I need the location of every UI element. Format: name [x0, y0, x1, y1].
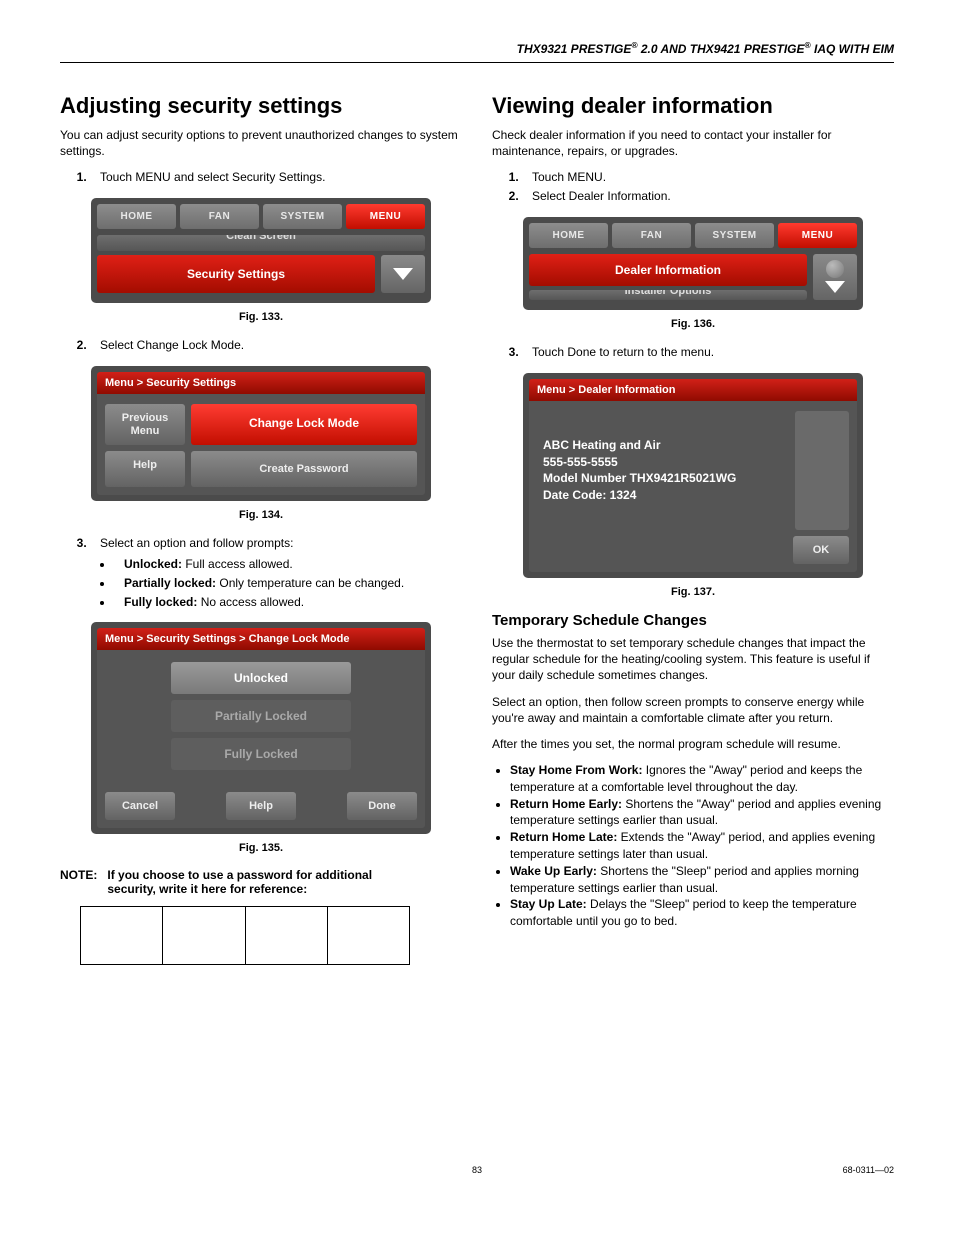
caption-fig-136: Fig. 136.: [492, 318, 894, 330]
temp-opt-return-late: Return Home Late: Extends the "Away" per…: [510, 829, 894, 863]
para-temp-3: After the times you set, the normal prog…: [492, 736, 894, 752]
tab-menu-2[interactable]: MENU: [778, 223, 857, 248]
opt-unlocked: Unlocked: Full access allowed.: [114, 556, 462, 573]
dealer-info-text: ABC Heating and Air 555-555-5555 Model N…: [537, 411, 789, 530]
caption-fig-134: Fig. 134.: [60, 509, 462, 521]
para-temp-1: Use the thermostat to set temporary sche…: [492, 635, 894, 684]
help-button-2[interactable]: Help: [226, 792, 296, 820]
fig-133-device: HOME FAN SYSTEM MENU Clean Screen Securi…: [91, 198, 431, 303]
help-button[interactable]: Help: [105, 451, 185, 487]
fig-134-device: Menu > Security Settings PreviousMenu Ch…: [91, 366, 431, 501]
fig-137-device: Menu > Dealer Information ABC Heating an…: [523, 373, 863, 578]
tab-home[interactable]: HOME: [97, 204, 176, 229]
step-3-left: Select an option and follow prompts: Unl…: [90, 535, 462, 610]
page-header: THX9321 PRESTIGE® 2.0 AND THX9421 PRESTI…: [60, 40, 894, 63]
create-password-button[interactable]: Create Password: [191, 451, 417, 487]
opt-full: Fully locked: No access allowed.: [114, 594, 462, 611]
previous-menu-button[interactable]: PreviousMenu: [105, 404, 185, 445]
menu-item-dealer-information[interactable]: Dealer Information: [529, 254, 807, 286]
tab-system[interactable]: SYSTEM: [263, 204, 342, 229]
temp-opt-stay-home: Stay Home From Work: Ignores the "Away" …: [510, 762, 894, 796]
temp-opt-stay-up-late: Stay Up Late: Delays the "Sleep" period …: [510, 896, 894, 930]
password-grid: [80, 906, 410, 965]
right-column: Viewing dealer information Check dealer …: [492, 93, 894, 965]
scrollbar-stub[interactable]: [795, 411, 849, 530]
caption-fig-137: Fig. 137.: [492, 586, 894, 598]
tab-home-2[interactable]: HOME: [529, 223, 608, 248]
done-button[interactable]: Done: [347, 792, 417, 820]
scroll-down-button[interactable]: [381, 255, 425, 293]
chevron-down-icon: [393, 268, 413, 280]
option-partially-locked[interactable]: Partially Locked: [171, 700, 351, 732]
tab-system-2[interactable]: SYSTEM: [695, 223, 774, 248]
scroll-buttons[interactable]: [813, 254, 857, 300]
menu-item-clean-screen[interactable]: Clean Screen: [97, 235, 425, 251]
option-unlocked[interactable]: Unlocked: [171, 662, 351, 694]
caption-fig-135: Fig. 135.: [60, 842, 462, 854]
temp-opt-return-early: Return Home Early: Shortens the "Away" p…: [510, 796, 894, 830]
fig-135-device: Menu > Security Settings > Change Lock M…: [91, 622, 431, 834]
doc-number: 68-0311—02: [616, 1165, 894, 1175]
page-footer: 83 68-0311—02: [60, 1165, 894, 1175]
breadcrumb-change-lock-mode: Menu > Security Settings > Change Lock M…: [97, 628, 425, 650]
menu-item-installer-options[interactable]: Installer Options: [529, 290, 807, 300]
page-number: 83: [338, 1165, 616, 1175]
tab-fan-2[interactable]: FAN: [612, 223, 691, 248]
change-lock-mode-button[interactable]: Change Lock Mode: [191, 404, 417, 445]
step-3-right: Touch Done to return to the menu.: [522, 344, 894, 361]
step-1-left: Touch MENU and select Security Settings.: [90, 169, 462, 186]
option-fully-locked[interactable]: Fully Locked: [171, 738, 351, 770]
step-2-right: Select Dealer Information.: [522, 188, 894, 205]
scroll-up-icon: [826, 260, 844, 278]
cancel-button[interactable]: Cancel: [105, 792, 175, 820]
para-adjust-intro: You can adjust security options to preve…: [60, 127, 462, 159]
chevron-down-icon: [825, 281, 845, 293]
menu-item-security-settings[interactable]: Security Settings: [97, 255, 375, 293]
ok-button[interactable]: OK: [793, 536, 849, 564]
breadcrumb-dealer-info: Menu > Dealer Information: [529, 379, 857, 401]
heading-adjusting-security: Adjusting security settings: [60, 93, 462, 119]
step-1-right: Touch MENU.: [522, 169, 894, 186]
tab-fan[interactable]: FAN: [180, 204, 259, 229]
caption-fig-133: Fig. 133.: [60, 311, 462, 323]
heading-dealer-info: Viewing dealer information: [492, 93, 894, 119]
step-2-left: Select Change Lock Mode.: [90, 337, 462, 354]
note-password: NOTE: If you choose to use a password fo…: [60, 868, 462, 896]
left-column: Adjusting security settings You can adju…: [60, 93, 462, 965]
breadcrumb-security: Menu > Security Settings: [97, 372, 425, 394]
para-temp-2: Select an option, then follow screen pro…: [492, 694, 894, 726]
opt-partial: Partially locked: Only temperature can b…: [114, 575, 462, 592]
temp-opt-wake-early: Wake Up Early: Shortens the "Sleep" peri…: [510, 863, 894, 897]
para-dealer-intro: Check dealer information if you need to …: [492, 127, 894, 159]
heading-temporary-schedule: Temporary Schedule Changes: [492, 612, 894, 629]
fig-136-device: HOME FAN SYSTEM MENU Dealer Information …: [523, 217, 863, 310]
tab-menu[interactable]: MENU: [346, 204, 425, 229]
